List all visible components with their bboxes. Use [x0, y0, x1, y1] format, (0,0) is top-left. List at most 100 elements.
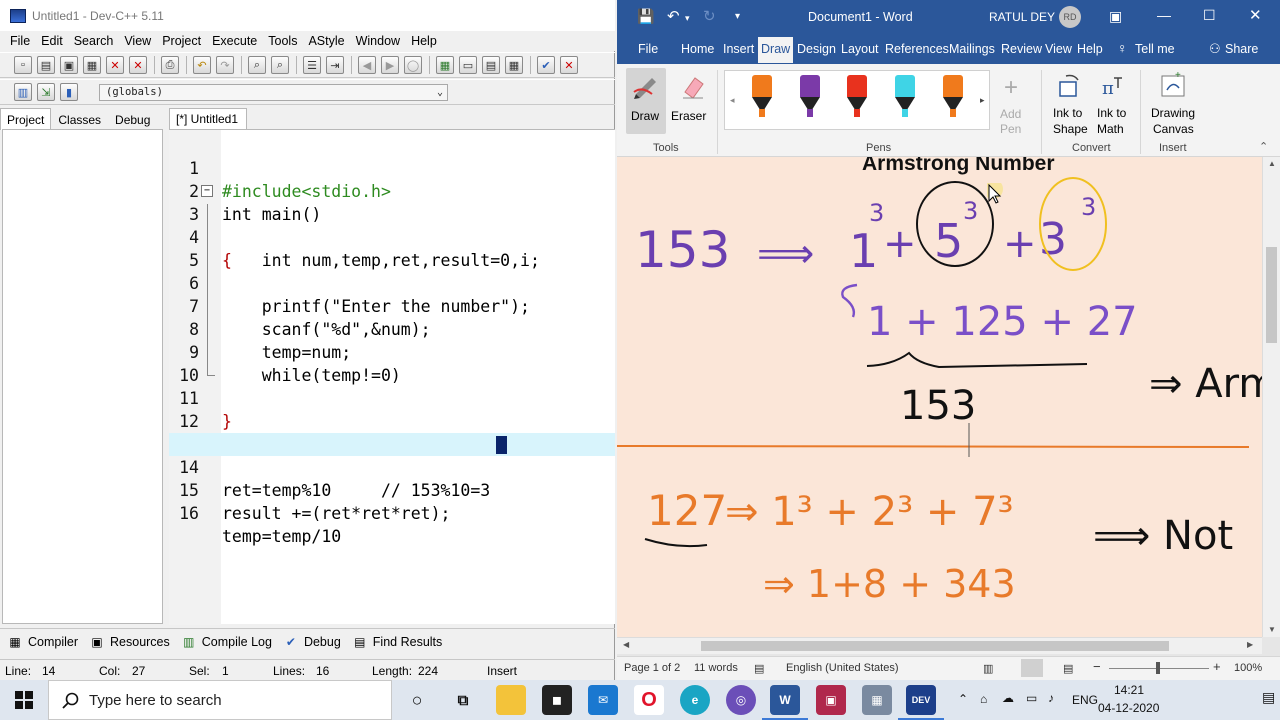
close-toolbar-icon[interactable]: ✕ [560, 56, 578, 74]
store-icon[interactable]: ◼ [542, 685, 572, 715]
add-pen-button[interactable]: + Add Pen [997, 70, 1029, 136]
menu-window[interactable]: Window [356, 34, 400, 48]
tab-help[interactable]: Help [1077, 42, 1103, 56]
menu-tools[interactable]: Tools [268, 34, 297, 48]
menu-file[interactable]: File [10, 34, 30, 48]
user-name[interactable]: RATUL DEY [989, 10, 1055, 24]
tab-design[interactable]: Design [797, 42, 836, 56]
file-explorer-icon[interactable] [496, 685, 526, 715]
clock-time[interactable]: 14:21 [1114, 683, 1144, 697]
menu-project[interactable]: Project [162, 34, 201, 48]
vertical-scrollbar[interactable]: ▲ ▼ [1262, 157, 1280, 637]
compile-icon[interactable]: ▥ [14, 83, 32, 101]
recorder-icon[interactable]: ▣ [816, 685, 846, 715]
scroll-right-icon[interactable]: ▶ [1247, 640, 1253, 649]
task-view-icon[interactable]: ⧉ [448, 685, 478, 715]
tab-find-results[interactable]: ▤ Find Results [353, 635, 442, 649]
menu-help[interactable]: Help [411, 34, 437, 48]
tab-file[interactable]: File [638, 42, 658, 56]
new-project-icon[interactable]: ▦ [436, 56, 454, 74]
scroll-down-icon[interactable]: ▼ [1268, 625, 1276, 634]
start-button[interactable] [0, 680, 48, 720]
close-file-icon[interactable]: ✕ [106, 56, 124, 74]
scope-select[interactable]: (globals) ⌄ [99, 84, 448, 101]
minimize-icon[interactable]: — [1157, 7, 1171, 23]
drawing-canvas-button[interactable]: + Drawing Canvas [1145, 70, 1201, 136]
app-icon[interactable]: ◎ [726, 685, 756, 715]
tab-home[interactable]: Home [681, 42, 714, 56]
tell-me-search[interactable]: Tell me [1135, 42, 1175, 56]
word-count[interactable]: 11 words [694, 662, 738, 674]
pen-swatch-4[interactable] [895, 75, 915, 119]
menu-view[interactable]: View [124, 34, 151, 48]
calculator-icon[interactable]: ▦ [862, 685, 892, 715]
replace-icon[interactable]: ⌕ [271, 56, 289, 74]
notifications-icon[interactable]: ▤ [1262, 689, 1275, 706]
undo-icon[interactable]: ↶ [193, 56, 211, 74]
window-icon[interactable]: ▭ [459, 56, 477, 74]
clock-date[interactable]: 04-12-2020 [1098, 701, 1159, 715]
cortana-icon[interactable]: ○ [402, 685, 432, 715]
zoom-level[interactable]: 100% [1234, 662, 1262, 674]
bookmark-icon[interactable]: ◯ [404, 56, 422, 74]
tab-layout[interactable]: Layout [841, 42, 879, 56]
ink-to-shape-button[interactable]: Ink to Shape [1049, 70, 1091, 136]
draw-tool-button[interactable]: Draw [626, 68, 666, 134]
forward-icon[interactable]: ▶ [381, 56, 399, 74]
tab-mailings[interactable]: Mailings [949, 42, 995, 56]
language-indicator[interactable]: ENG [1072, 693, 1098, 707]
page-count[interactable]: Page 1 of 2 [624, 662, 680, 674]
zoom-slider-thumb[interactable] [1156, 662, 1160, 674]
eraser-tool-button[interactable]: Eraser [671, 68, 711, 134]
devcpp-taskbar-icon[interactable]: DEV [898, 685, 944, 720]
project-tree-pane[interactable] [2, 129, 163, 624]
tab-insert[interactable]: Insert [723, 42, 754, 56]
redo-icon[interactable]: ↻ [703, 7, 716, 25]
tab-review[interactable]: Review [1001, 42, 1042, 56]
scroll-up-icon[interactable]: ▲ [1268, 159, 1276, 168]
share-button[interactable]: Share [1225, 42, 1258, 56]
find-icon[interactable]: ⌕ [248, 56, 266, 74]
menu-edit[interactable]: Edit [41, 34, 63, 48]
opera-icon[interactable]: O [634, 685, 664, 715]
close-all-icon[interactable]: ✕ [129, 56, 147, 74]
horizontal-scrollbar[interactable]: ◀ ▶ [617, 637, 1262, 654]
taskbar-search[interactable]: Type here to search [48, 680, 392, 720]
editor-file-tab[interactable]: [*] Untitled1 [169, 108, 247, 129]
vertical-scroll-thumb[interactable] [1266, 247, 1277, 343]
class-icon[interactable]: ▦ [505, 56, 523, 74]
tile-icon[interactable]: ▤ [482, 56, 500, 74]
run-icon[interactable]: ⇲ [37, 83, 55, 101]
print-icon[interactable]: ⎙ [161, 56, 179, 74]
battery-icon[interactable]: ▭ [1026, 691, 1037, 705]
fold-toggle-icon[interactable]: − [201, 185, 213, 197]
tab-classes[interactable]: Classes [51, 110, 108, 130]
avatar[interactable]: RD [1059, 6, 1081, 28]
language-status[interactable]: English (United States) [786, 662, 899, 674]
open-file-icon[interactable]: ▤ [37, 56, 55, 74]
tab-debug-bottom[interactable]: ✔ Debug [284, 635, 341, 649]
insert-icon[interactable]: ⇥ [326, 56, 344, 74]
document-page[interactable]: Armstrong Number 153 ⟹ 1 3 + 5 3 + 3 3 1… [616, 152, 1277, 637]
goto-line-icon[interactable]: ☰ [303, 56, 321, 74]
read-mode-icon[interactable]: ▥ [983, 662, 993, 675]
scroll-right-icon[interactable]: ▸ [980, 95, 985, 106]
volume-icon[interactable]: ♪ [1048, 691, 1054, 705]
check-syntax-icon[interactable]: ✔ [537, 56, 555, 74]
undo-dropdown-icon[interactable]: ▾ [685, 13, 690, 24]
pen-swatch-5[interactable] [943, 75, 963, 119]
proofing-icon[interactable]: ▤ [754, 662, 764, 675]
ink-to-math-button[interactable]: π Ink to Math [1093, 70, 1135, 136]
save-all-icon[interactable]: ▦ [83, 56, 101, 74]
network-icon[interactable]: ⌂ [980, 692, 987, 706]
close-icon[interactable]: ✕ [1249, 6, 1262, 24]
chevron-up-icon[interactable]: ⌃ [958, 692, 968, 706]
print-layout-icon[interactable] [1021, 659, 1043, 677]
save-icon[interactable]: ▣ [60, 56, 78, 74]
scroll-left-icon[interactable]: ◀ [623, 640, 629, 649]
tab-view[interactable]: View [1045, 42, 1072, 56]
back-icon[interactable]: ◀ [358, 56, 376, 74]
word-taskbar-icon[interactable]: W [762, 685, 808, 720]
tab-compiler[interactable]: ▦ Compiler [8, 635, 78, 649]
menu-search[interactable]: Search [74, 34, 114, 48]
